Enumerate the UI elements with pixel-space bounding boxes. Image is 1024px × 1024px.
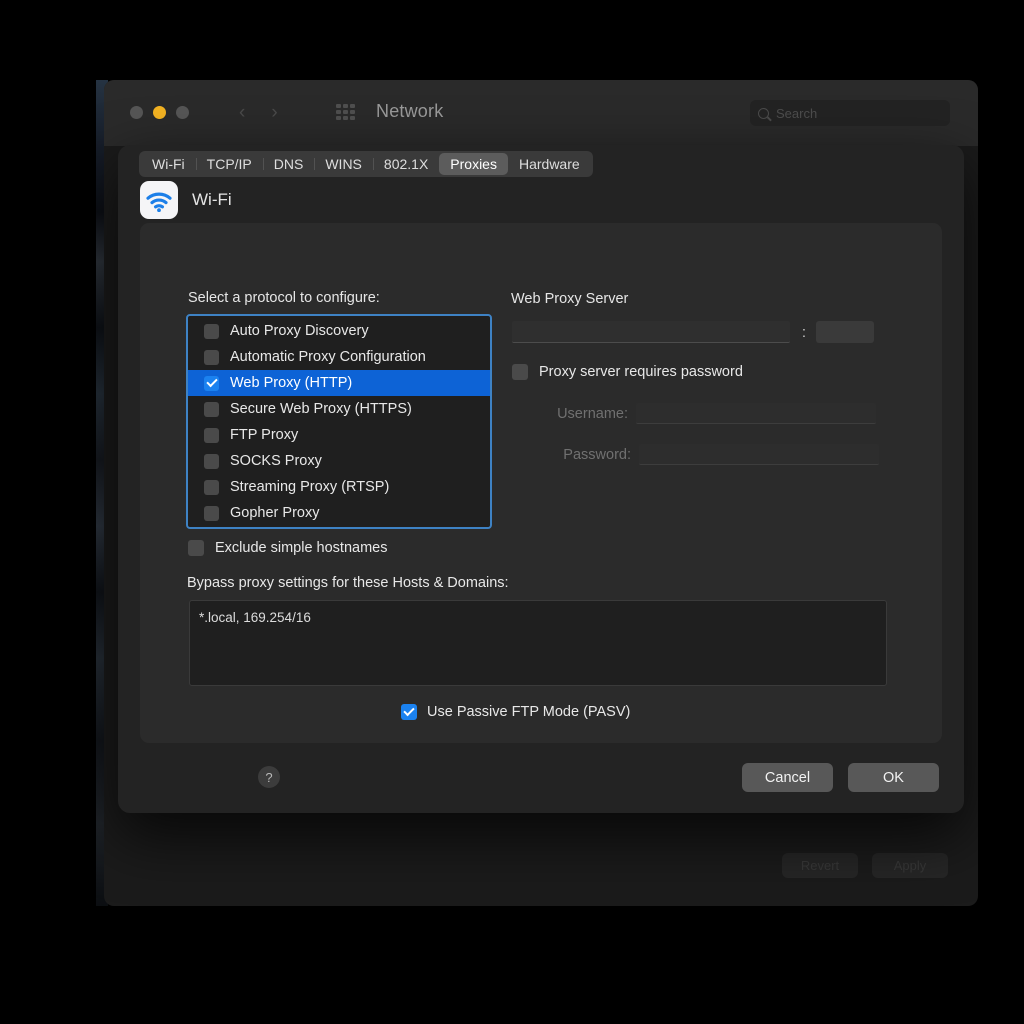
passive-ftp-checkbox[interactable] [401, 704, 417, 720]
wifi-icon [140, 181, 178, 219]
username-row: Username: [540, 403, 876, 424]
traffic-lights[interactable] [130, 106, 189, 119]
show-all-grid-icon[interactable] [336, 104, 358, 122]
cancel-button[interactable]: Cancel [742, 763, 833, 792]
grid-cell [336, 116, 341, 120]
bypass-proxy-textarea[interactable]: *.local, 169.254/16 [189, 600, 887, 686]
protocol-checkbox[interactable] [204, 506, 219, 521]
protocol-checkbox[interactable] [204, 324, 219, 339]
apply-button[interactable]: Apply [872, 853, 948, 878]
host-port-separator: : [799, 321, 809, 343]
navigation-controls[interactable]: ‹ › [239, 102, 278, 124]
background-action-buttons: Revert Apply [782, 853, 948, 878]
proxy-requires-password-row[interactable]: Proxy server requires password [512, 364, 743, 380]
exclude-simple-hostnames-checkbox[interactable] [188, 540, 204, 556]
passive-ftp-label: Use Passive FTP Mode (PASV) [427, 704, 630, 720]
protocol-label: FTP Proxy [230, 427, 298, 443]
protocol-list[interactable]: Auto Proxy Discovery Automatic Proxy Con… [186, 314, 492, 529]
zoom-button[interactable] [176, 106, 189, 119]
exclude-simple-hostnames-row[interactable]: Exclude simple hostnames [188, 540, 387, 556]
close-button[interactable] [130, 106, 143, 119]
web-proxy-server-label: Web Proxy Server [511, 291, 628, 307]
password-row: Password: [543, 444, 879, 465]
grid-cell [343, 116, 348, 120]
footer-buttons: Cancel OK [742, 763, 939, 792]
tab-wifi[interactable]: Wi-Fi [141, 153, 196, 175]
proxy-requires-password-checkbox[interactable] [512, 364, 528, 380]
username-label: Username: [540, 406, 628, 422]
help-button[interactable]: ? [258, 766, 280, 788]
grid-cell [343, 110, 348, 114]
protocol-label: Web Proxy (HTTP) [230, 375, 352, 391]
screen: ‹ › Network Search Revert Apply [0, 0, 1024, 1024]
protocol-row-auto-proxy-discovery[interactable]: Auto Proxy Discovery [188, 318, 490, 344]
protocol-label: Auto Proxy Discovery [230, 323, 369, 339]
tab-hardware[interactable]: Hardware [508, 153, 591, 175]
service-header: Wi-Fi [140, 181, 232, 219]
passive-ftp-row[interactable]: Use Passive FTP Mode (PASV) [401, 704, 630, 720]
tab-dns[interactable]: DNS [263, 153, 315, 175]
back-icon[interactable]: ‹ [239, 102, 245, 124]
protocol-row-secure-web-proxy-https[interactable]: Secure Web Proxy (HTTPS) [188, 396, 490, 422]
password-input[interactable] [639, 444, 879, 465]
protocol-checkbox[interactable] [204, 402, 219, 417]
protocol-row-socks-proxy[interactable]: SOCKS Proxy [188, 448, 490, 474]
service-name: Wi-Fi [192, 190, 232, 210]
proxy-host-input[interactable] [512, 321, 790, 343]
exclude-simple-hostnames-label: Exclude simple hostnames [215, 540, 387, 556]
protocol-checkbox[interactable] [204, 376, 219, 391]
protocol-row-streaming-proxy-rtsp[interactable]: Streaming Proxy (RTSP) [188, 474, 490, 500]
grid-cell [343, 104, 348, 108]
grid-cell [350, 116, 355, 120]
protocol-checkbox[interactable] [204, 480, 219, 495]
window-title: Network [376, 101, 443, 122]
protocol-label: Automatic Proxy Configuration [230, 349, 426, 365]
search-icon [758, 108, 769, 119]
grid-cell [350, 110, 355, 114]
protocol-label: Gopher Proxy [230, 505, 319, 521]
search-placeholder: Search [776, 106, 817, 121]
protocol-checkbox[interactable] [204, 454, 219, 469]
protocol-row-gopher-proxy[interactable]: Gopher Proxy [188, 500, 490, 526]
bypass-proxy-label: Bypass proxy settings for these Hosts & … [187, 575, 509, 591]
tab-wins[interactable]: WINS [314, 153, 373, 175]
grid-cell [350, 104, 355, 108]
password-label: Password: [543, 447, 631, 463]
grid-cell [336, 110, 341, 114]
protocol-label: Streaming Proxy (RTSP) [230, 479, 389, 495]
protocol-checkbox[interactable] [204, 428, 219, 443]
protocol-checkbox[interactable] [204, 350, 219, 365]
window-toolbar: ‹ › Network Search [104, 80, 978, 146]
grid-cell [336, 104, 341, 108]
username-input[interactable] [636, 403, 876, 424]
forward-icon[interactable]: › [271, 102, 277, 124]
protocol-label: SOCKS Proxy [230, 453, 322, 469]
protocol-row-ftp-proxy[interactable]: FTP Proxy [188, 422, 490, 448]
ok-button[interactable]: OK [848, 763, 939, 792]
protocol-label: Secure Web Proxy (HTTPS) [230, 401, 412, 417]
minimize-button[interactable] [153, 106, 166, 119]
proxy-requires-password-label: Proxy server requires password [539, 364, 743, 380]
protocol-row-automatic-proxy-configuration[interactable]: Automatic Proxy Configuration [188, 344, 490, 370]
tab-tcpip[interactable]: TCP/IP [196, 153, 263, 175]
proxy-port-input[interactable] [816, 321, 874, 343]
tab-8021x[interactable]: 802.1X [373, 153, 439, 175]
revert-button[interactable]: Revert [782, 853, 858, 878]
tab-proxies[interactable]: Proxies [439, 153, 508, 175]
protocol-row-web-proxy-http[interactable]: Web Proxy (HTTP) [188, 370, 490, 396]
search-field[interactable]: Search [750, 100, 950, 126]
protocol-section-label: Select a protocol to configure: [188, 290, 380, 306]
proxies-tab-bar[interactable]: Wi-Fi TCP/IP DNS WINS 802.1X Proxies Har… [139, 151, 593, 177]
